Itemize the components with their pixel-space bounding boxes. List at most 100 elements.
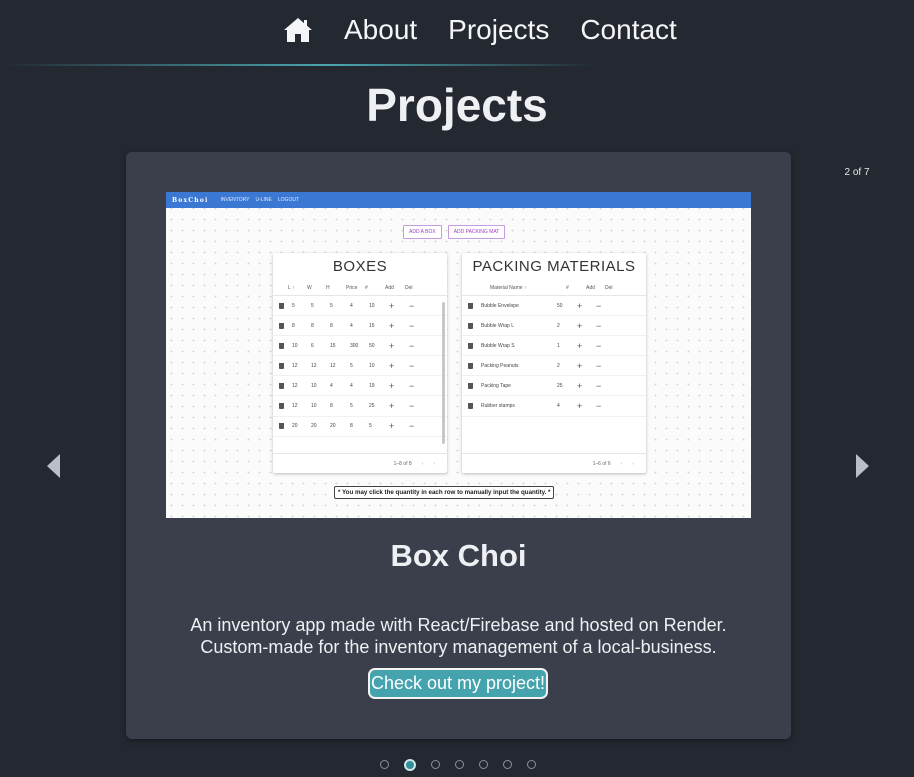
trash-icon (279, 322, 284, 329)
carousel-dot[interactable] (380, 760, 389, 769)
boxes-scrollbar (442, 302, 445, 444)
screenshot-nav-uline: U-LINE (255, 197, 272, 203)
plus-icon: + (389, 300, 395, 311)
carousel-dot[interactable] (479, 760, 488, 769)
page-title: Projects (366, 79, 548, 131)
nav-divider (0, 64, 600, 66)
nav-items: About Projects Contact (282, 12, 708, 48)
project-title: Box Choi (390, 538, 527, 573)
minus-icon: − (409, 340, 415, 351)
plus-icon: + (577, 360, 583, 371)
materials-cell: 4 (557, 403, 560, 410)
carousel-dots (380, 758, 551, 771)
nav-link-about[interactable]: About (344, 12, 417, 48)
boxes-panel: BOXES L ↑ W H Price # Add Del 5 5 5 4 10 + −8 8… (273, 253, 447, 473)
screenshot-note: * You may click the quantity in each row… (334, 486, 555, 499)
boxes-cell: 5 (350, 362, 353, 369)
carousel-dot[interactable] (455, 760, 464, 769)
boxes-title: BOXES (332, 258, 388, 275)
minus-icon: − (409, 401, 415, 412)
minus-icon: − (596, 401, 602, 412)
project-screenshot[interactable]: BoxChoi INVENTORY U-LINE LOGOUT ADD A BO… (166, 192, 751, 518)
trash-icon (279, 362, 284, 369)
minus-icon: − (409, 300, 415, 311)
materials-col-add: Add (586, 285, 595, 291)
carousel-dot[interactable] (503, 760, 512, 769)
materials-row: Bubble Wrap L 2 + − (462, 316, 646, 337)
chevron-right-icon: › (632, 460, 634, 467)
carousel-dot[interactable] (431, 760, 440, 769)
boxes-cell: 4 (350, 322, 353, 329)
screenshot-buttons: ADD A BOX ADD PACKING MAT (403, 225, 511, 239)
carousel-dot[interactable] (404, 758, 416, 771)
carousel-dot[interactable] (527, 760, 536, 769)
nav-link-contact[interactable]: Contact (580, 12, 677, 48)
boxes-row: 12 10 8 5 25 + − (273, 396, 447, 417)
description-line-2: Custom-made for the inventory management… (200, 637, 717, 657)
boxes-pagination: 1–8 of 8 (393, 460, 412, 467)
screenshot-nav-inventory: INVENTORY (220, 197, 250, 203)
trash-icon (279, 302, 284, 309)
materials-cell: 50 (557, 302, 563, 309)
plus-icon: + (389, 360, 395, 371)
plus-icon: + (577, 401, 583, 412)
trash-icon (279, 403, 284, 410)
materials-row: Packing Tape 25 + − (462, 376, 646, 397)
trash-icon (279, 423, 284, 430)
materials-cell: Rubber stamps (481, 403, 515, 410)
trash-icon (279, 342, 284, 349)
plus-icon: + (389, 340, 395, 351)
home-icon[interactable] (282, 14, 314, 46)
boxes-cell: 12 (292, 382, 298, 389)
chevron-left-icon: ‹ (620, 460, 623, 467)
plus-icon: + (577, 340, 583, 351)
boxes-col-count: # (365, 285, 368, 291)
minus-icon: − (409, 380, 415, 391)
trash-icon (468, 403, 473, 410)
boxes-cell: 6 (311, 342, 314, 349)
top-nav: About Projects Contact (0, 0, 914, 66)
materials-row: Packing Peanuts 2 + − (462, 356, 646, 377)
screenshot-nav-logout: LOGOUT (277, 197, 300, 203)
materials-cell: 25 (557, 382, 563, 389)
boxes-cell: 5 (350, 403, 353, 410)
materials-cell: Bubble Wrap L (481, 322, 514, 329)
prev-arrow-icon[interactable] (47, 454, 60, 478)
boxes-cell: 4 (350, 302, 353, 309)
boxes-cell: 10 (369, 302, 375, 309)
boxes-cell: 19 (369, 382, 375, 389)
minus-icon: − (596, 320, 602, 331)
materials-cell: Bubble Envelope (481, 302, 519, 309)
materials-col-del: Del (605, 285, 613, 291)
materials-cell: Packing Tape (481, 382, 511, 389)
materials-row: Rubber stamps 4 + − (462, 396, 646, 417)
plus-icon: + (389, 401, 395, 412)
boxes-cell: 12 (311, 362, 317, 369)
plus-icon: + (389, 320, 395, 331)
chevron-right-icon: › (433, 460, 435, 467)
next-arrow-icon[interactable] (856, 454, 869, 478)
check-out-project-button[interactable]: Check out my project! (368, 668, 548, 699)
materials-row: Bubble Wrap S 1 + − (462, 336, 646, 357)
boxes-cell: 8 (330, 403, 333, 410)
boxes-cell: 20 (330, 423, 336, 430)
trash-icon (468, 302, 473, 309)
boxes-footer: 1–8 of 8 ‹ › (273, 453, 447, 473)
minus-icon: − (596, 300, 602, 311)
boxes-cell: 10 (311, 403, 317, 410)
screenshot-app-bar: BoxChoi INVENTORY U-LINE LOGOUT (166, 192, 751, 208)
nav-link-projects[interactable]: Projects (448, 12, 549, 48)
boxes-cell: 8 (311, 322, 314, 329)
materials-cell: Packing Peanuts (481, 362, 519, 369)
boxes-cell: 8 (350, 423, 353, 430)
boxes-cell: 50 (369, 342, 375, 349)
materials-rows: Bubble Envelope 50 + − Bubble Wrap L 2 + − Bubbl… (462, 296, 646, 417)
trash-icon (468, 382, 473, 389)
plus-icon: + (389, 380, 395, 391)
boxes-cell: 300 (350, 342, 359, 349)
boxes-cell: 4 (330, 382, 333, 389)
materials-col-count: # (566, 285, 569, 291)
project-description: An inventory app made with React/Firebas… (126, 614, 791, 658)
boxes-col-price: Price (346, 285, 358, 291)
boxes-row: 8 8 8 4 15 + − (273, 316, 447, 337)
